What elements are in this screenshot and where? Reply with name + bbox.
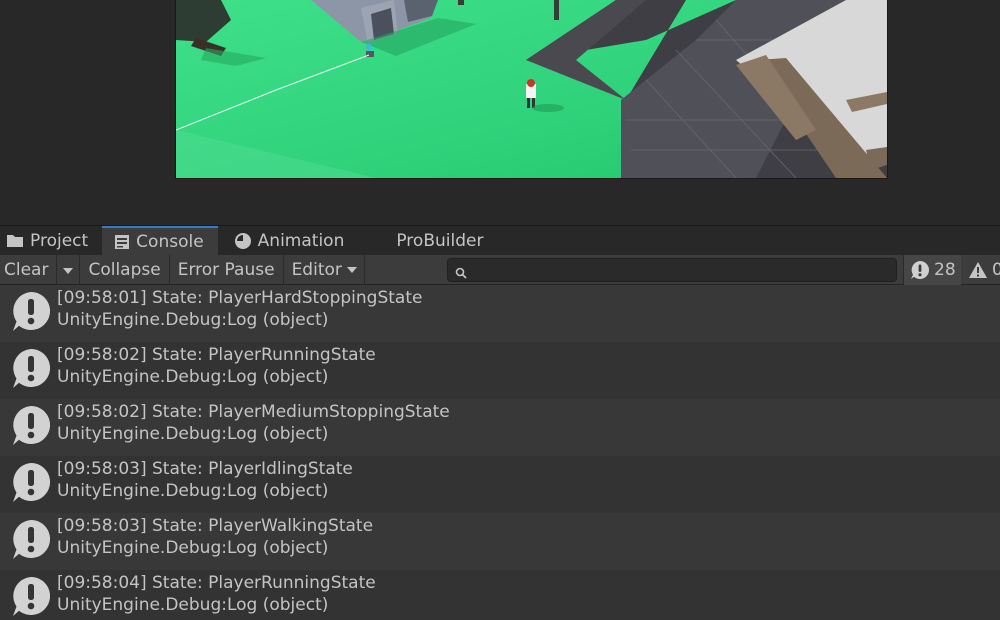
console-toolbar: Clear Collapse Error Pause Editor 28 0 — [0, 254, 1000, 285]
log-entry[interactable]: [09:58:01] State: PlayerHardStoppingStat… — [0, 285, 1000, 342]
console-icon — [114, 234, 130, 250]
info-count: 28 — [934, 260, 956, 280]
search-field[interactable] — [447, 258, 897, 283]
info-count-toggle[interactable]: 28 — [903, 255, 961, 285]
info-message-icon — [11, 519, 51, 565]
chevron-down-icon — [62, 260, 74, 280]
tab-label: Console — [136, 231, 204, 252]
log-message: [09:58:03] State: PlayerIdlingState — [57, 459, 353, 479]
log-message: [09:58:02] State: PlayerMediumStoppingSt… — [57, 402, 450, 422]
collapse-label: Collapse — [88, 259, 161, 280]
log-entry[interactable]: [09:58:02] State: PlayerMediumStoppingSt… — [0, 399, 1000, 456]
tab-probuilder[interactable]: ProBuilder — [358, 226, 497, 255]
log-detail: UnityEngine.Debug:Log (object) — [57, 481, 329, 501]
log-detail: UnityEngine.Debug:Log (object) — [57, 595, 329, 615]
info-message-icon — [11, 576, 51, 620]
game-viewport[interactable] — [175, 0, 888, 179]
clear-button[interactable]: Clear — [0, 255, 56, 285]
folder-icon — [6, 234, 24, 248]
info-message-icon — [11, 462, 51, 508]
warning-count-toggle[interactable]: 0 — [962, 255, 1000, 285]
log-entry[interactable]: [09:58:03] State: PlayerWalkingState Uni… — [0, 513, 1000, 570]
log-detail: UnityEngine.Debug:Log (object) — [57, 424, 329, 444]
error-pause-toggle[interactable]: Error Pause — [170, 254, 284, 285]
tab-animation[interactable]: Animation — [218, 226, 359, 255]
tab-project[interactable]: Project — [0, 226, 102, 255]
console-log-list: [09:58:01] State: PlayerHardStoppingStat… — [0, 285, 1000, 620]
warning-icon — [968, 261, 988, 279]
log-detail: UnityEngine.Debug:Log (object) — [57, 310, 329, 330]
log-message: [09:58:02] State: PlayerRunningState — [57, 345, 376, 365]
log-entry[interactable]: [09:58:03] State: PlayerIdlingState Unit… — [0, 456, 1000, 513]
bottom-tab-bar: Project Console Animation ProBuilder — [0, 226, 1000, 255]
editor-dropdown[interactable]: Editor — [284, 254, 365, 285]
clear-label: Clear — [4, 259, 49, 280]
log-entry[interactable]: [09:58:02] State: PlayerRunningState Uni… — [0, 342, 1000, 399]
clear-options-dropdown[interactable] — [56, 254, 81, 285]
search-icon — [455, 264, 467, 283]
log-message: [09:58:04] State: PlayerRunningState — [57, 573, 376, 593]
error-pause-label: Error Pause — [177, 259, 275, 280]
scene-render — [176, 0, 887, 178]
log-message: [09:58:01] State: PlayerHardStoppingStat… — [57, 288, 423, 308]
log-detail: UnityEngine.Debug:Log (object) — [57, 367, 329, 387]
clock-icon — [234, 232, 252, 250]
warning-count: 0 — [992, 260, 1000, 280]
info-message-icon — [11, 291, 51, 337]
editor-label: Editor — [291, 259, 342, 280]
tab-label: Animation — [257, 230, 345, 251]
info-message-icon — [11, 405, 51, 451]
tab-label: Project — [30, 230, 89, 251]
log-detail: UnityEngine.Debug:Log (object) — [57, 538, 329, 558]
info-message-icon — [11, 348, 51, 394]
log-entry[interactable]: [09:58:04] State: PlayerRunningState Uni… — [0, 570, 1000, 620]
tab-console[interactable]: Console — [102, 226, 218, 255]
tab-label: ProBuilder — [396, 230, 484, 251]
search-input[interactable] — [472, 259, 896, 283]
log-message: [09:58:03] State: PlayerWalkingState — [57, 516, 374, 536]
collapse-toggle[interactable]: Collapse — [80, 254, 170, 285]
chevron-down-icon — [346, 266, 358, 274]
game-view-panel — [0, 0, 1000, 225]
info-icon — [910, 260, 930, 280]
